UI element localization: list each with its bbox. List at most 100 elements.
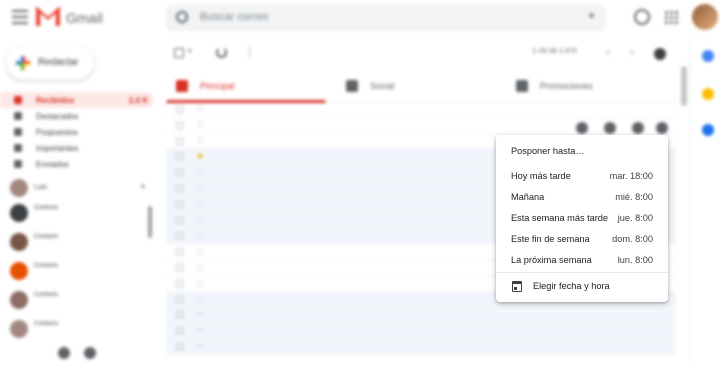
table-row[interactable]: ☆ [166, 307, 676, 324]
contact-item[interactable]: Contacto [0, 258, 154, 287]
sidebar-scrollbar[interactable] [148, 206, 152, 238]
delete-icon[interactable] [604, 122, 616, 134]
refresh-icon[interactable] [216, 47, 227, 58]
row-checkbox[interactable] [176, 184, 183, 192]
hangouts-me[interactable]: Luis + [0, 176, 154, 200]
person-icon[interactable] [58, 347, 70, 359]
search-bar[interactable]: Buscar correo ▾ [166, 5, 606, 31]
star-icon[interactable]: ☆ [196, 199, 204, 210]
brand-label[interactable]: Gmail [66, 10, 103, 26]
row-checkbox[interactable] [176, 263, 183, 271]
row-checkbox[interactable] [176, 169, 183, 177]
account-avatar[interactable] [692, 4, 718, 30]
chat-icon[interactable] [84, 347, 96, 359]
star-icon[interactable]: ☆ [196, 183, 204, 194]
star-icon[interactable]: ☆ [196, 246, 204, 257]
star-icon[interactable]: ☆ [196, 325, 204, 336]
star-icon[interactable]: ☆ [196, 294, 204, 305]
row-checkbox[interactable] [176, 216, 183, 224]
row-checkbox[interactable] [176, 311, 183, 319]
tasks-icon[interactable] [702, 124, 714, 136]
sidebar-item[interactable]: Pospuestos [0, 124, 154, 140]
chevron-down-icon[interactable]: ▾ [188, 47, 192, 55]
table-row[interactable]: ☆ [166, 323, 676, 339]
star-icon[interactable]: ☆ [196, 262, 204, 273]
row-checkbox[interactable] [176, 295, 183, 303]
search-input[interactable]: Buscar correo [200, 11, 268, 23]
row-checkbox[interactable] [176, 153, 183, 161]
sidebar-item[interactable]: Destacados [0, 108, 154, 124]
snooze-icon[interactable] [656, 122, 668, 134]
star-icon[interactable]: ☆ [196, 136, 204, 147]
folder-icon [14, 128, 22, 136]
chevron-left-icon[interactable]: ‹ [606, 45, 610, 59]
table-row[interactable]: ☆ [166, 102, 676, 118]
sidebar-nav: Recibidos 2,4 K Destacados Pospuestos Import… [0, 92, 154, 172]
table-row[interactable]: ☆ [166, 338, 676, 355]
row-checkbox[interactable] [176, 200, 183, 208]
star-icon[interactable]: ☆ [196, 120, 204, 131]
contact-item[interactable]: Contacto [0, 229, 154, 258]
star-icon[interactable]: ☆ [196, 309, 204, 320]
people-icon [346, 80, 358, 92]
contact-item[interactable]: Contacto [0, 316, 154, 345]
star-icon[interactable]: ★ [196, 151, 204, 162]
search-icon[interactable] [176, 11, 188, 23]
contact-item[interactable]: Contacto [0, 287, 154, 316]
snooze-option[interactable]: Mañana mié. 8:00 [496, 187, 668, 208]
snooze-option-label: Mañana [511, 192, 545, 202]
compose-button[interactable]: Redactar [6, 46, 94, 80]
star-icon[interactable]: ☆ [196, 167, 204, 178]
snooze-option[interactable]: Hoy más tarde mar. 18:00 [496, 166, 668, 187]
sidebar-item[interactable]: Importantes [0, 140, 154, 156]
pick-date-time-item[interactable]: Elegir fecha y hora [496, 276, 668, 297]
row-checkbox[interactable] [176, 106, 183, 113]
tab-label: Principal [200, 81, 235, 91]
more-vert-icon[interactable]: ⋮ [244, 46, 255, 59]
add-contact-icon[interactable]: + [140, 182, 146, 193]
contact-item[interactable]: Contacto [0, 200, 154, 229]
apps-grid-icon[interactable] [664, 10, 678, 24]
star-icon[interactable]: ☆ [196, 278, 204, 289]
main-scrollbar[interactable] [681, 66, 687, 106]
contact-name: Contacto [34, 205, 59, 211]
tab-promotions[interactable]: Promociones [506, 72, 666, 102]
row-checkbox[interactable] [176, 279, 183, 287]
menu-divider [496, 272, 668, 273]
menu-icon[interactable] [12, 10, 28, 24]
tab-social[interactable]: Social [336, 72, 496, 102]
calendar-icon[interactable] [702, 50, 714, 62]
mark-read-icon[interactable] [632, 122, 644, 134]
star-icon[interactable]: ☆ [196, 230, 204, 241]
pick-date-time-label: Elegir fecha y hora [533, 281, 610, 291]
contact-name: Contacto [34, 263, 59, 269]
snooze-option-time: mié. 8:00 [615, 192, 653, 202]
sidebar-item[interactable]: Enviados [0, 156, 154, 172]
star-icon[interactable]: ☆ [196, 215, 204, 226]
row-checkbox[interactable] [176, 248, 183, 256]
row-checkbox[interactable] [176, 232, 183, 240]
row-checkbox[interactable] [176, 137, 183, 145]
compose-label: Redactar [38, 57, 79, 68]
gear-icon[interactable] [654, 48, 666, 60]
chevron-right-icon[interactable]: › [630, 45, 634, 59]
snooze-option-time: dom. 8:00 [612, 234, 653, 244]
search-options-icon[interactable]: ▾ [589, 11, 594, 22]
tab-primary[interactable]: Principal [166, 72, 326, 103]
star-icon[interactable]: ☆ [196, 104, 204, 115]
row-checkbox[interactable] [176, 327, 183, 335]
keep-icon[interactable] [702, 88, 714, 100]
gmail-logo-icon[interactable] [36, 6, 60, 26]
tag-icon [516, 80, 528, 92]
snooze-option-label: La próxima semana [511, 255, 592, 265]
row-checkbox[interactable] [176, 121, 183, 129]
sidebar-item[interactable]: Recibidos 2,4 K [0, 92, 154, 108]
help-icon[interactable] [634, 9, 650, 25]
select-all-checkbox[interactable] [174, 48, 184, 58]
snooze-option[interactable]: Este fin de semana dom. 8:00 [496, 229, 668, 250]
archive-icon[interactable] [576, 122, 588, 134]
row-checkbox[interactable] [176, 342, 183, 350]
star-icon[interactable]: ☆ [196, 341, 204, 352]
snooze-option[interactable]: La próxima semana lun. 8:00 [496, 250, 668, 271]
snooze-option[interactable]: Esta semana más tarde jue. 8:00 [496, 208, 668, 229]
